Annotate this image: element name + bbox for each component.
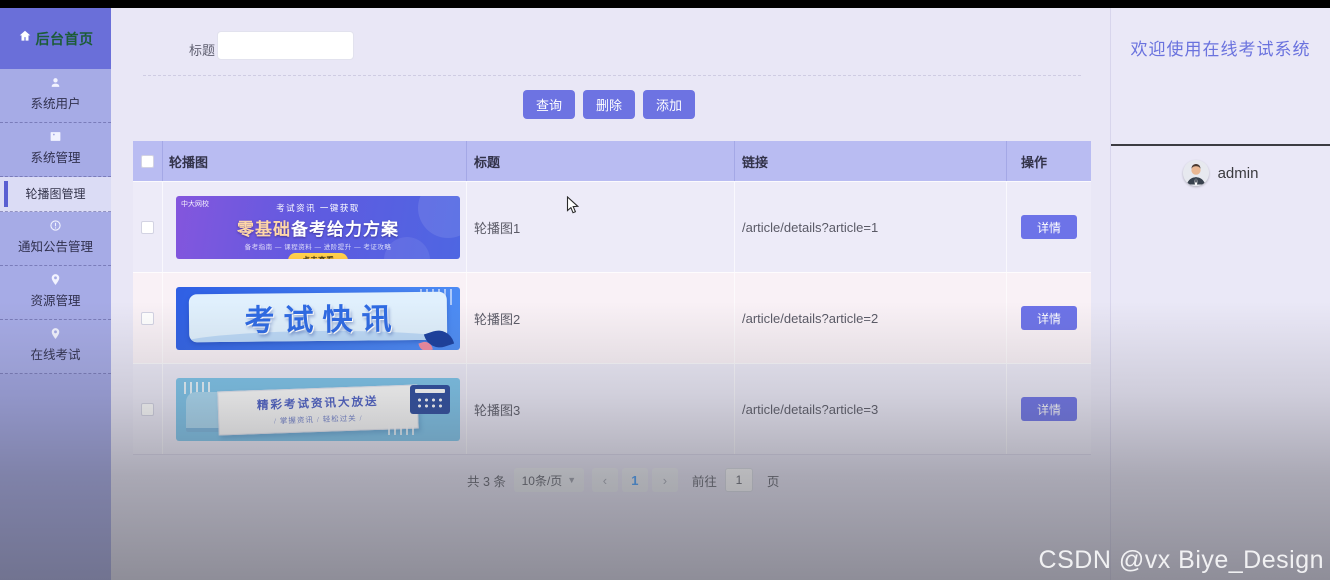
banner-decoration xyxy=(388,424,414,435)
pagination-total: 共 3 条 xyxy=(467,474,506,489)
add-button[interactable]: 添加 xyxy=(643,90,695,119)
title-field-label: 标题 xyxy=(189,43,216,58)
table-row: 精彩考试资讯大放送 / 掌握资讯 / 轻松过关 / 轮播图3 /article/… xyxy=(133,363,1091,454)
header-title-column: 标题 xyxy=(467,141,735,181)
active-indicator-bar xyxy=(4,181,8,207)
title-search-input[interactable] xyxy=(217,31,354,60)
banner-logo-text: 中大网校 xyxy=(181,200,209,208)
goto-label: 前往 xyxy=(691,474,717,489)
warning-circle-icon xyxy=(0,219,111,233)
banner-subtitle: 备考指南 — 课程资料 — 进阶提升 — 考证攻略 xyxy=(244,243,392,251)
sidebar-item-system-users[interactable]: 系统用户 xyxy=(0,69,111,123)
sidebar-title: 后台首页 xyxy=(35,30,94,47)
sidebar-item-label: 在线考试 xyxy=(30,348,81,362)
table-row: 中大网校 考试资讯 一键获取 零基础备考给力方案 备考指南 — 课程资料 — 进… xyxy=(133,181,1091,272)
avatar xyxy=(1182,160,1209,186)
panel-divider-line xyxy=(1111,144,1330,146)
banner-tagline: 考试资讯 一键获取 xyxy=(276,202,360,213)
calculator-icon xyxy=(410,384,450,414)
header-link-column: 链接 xyxy=(735,141,1007,181)
detail-button[interactable]: 详情 xyxy=(1021,397,1077,421)
banner-card: 考试快讯 xyxy=(188,291,448,342)
username: admin xyxy=(1217,164,1259,182)
row-checkbox[interactable] xyxy=(141,311,154,325)
detail-button[interactable]: 详情 xyxy=(1021,306,1077,330)
header-image-column: 轮播图 xyxy=(163,141,467,181)
row-title: 轮播图3 xyxy=(467,364,735,454)
sidebar-item-resource-management[interactable]: 资源管理 xyxy=(0,266,111,320)
pagination: 共 3 条 10条/页 ▼ ‹ 1 › 前往 页 xyxy=(467,468,779,492)
sidebar-item-carousel-management[interactable]: 轮播图管理 xyxy=(0,177,111,212)
carousel-banner-image-3: 精彩考试资讯大放送 / 掌握资讯 / 轻松过关 / xyxy=(176,377,460,441)
form-divider xyxy=(143,75,1081,76)
prev-page-button[interactable]: ‹ xyxy=(591,468,618,492)
home-icon xyxy=(18,29,32,48)
sidebar-item-notice-management[interactable]: 通知公告管理 xyxy=(0,212,111,266)
page-unit-label: 页 xyxy=(766,474,780,489)
location-pin-icon xyxy=(0,327,111,341)
current-user[interactable]: admin xyxy=(1111,160,1330,186)
image-icon xyxy=(0,130,111,144)
delete-button[interactable]: 删除 xyxy=(583,90,635,119)
header-action-column: 操作 xyxy=(1021,154,1048,170)
chevron-down-icon: ▼ xyxy=(567,475,577,485)
sidebar-header[interactable]: 后台首页 xyxy=(0,8,111,69)
carousel-banner-image-1: 中大网校 考试资讯 一键获取 零基础备考给力方案 备考指南 — 课程资料 — 进… xyxy=(176,195,460,259)
app-screen: 后台首页 系统用户 系统管理 轮播图管理 通知公告管理 资源管理 在线考试 标题… xyxy=(0,0,1330,580)
page-size-select[interactable]: 10条/页 ▼ xyxy=(513,468,584,492)
toolbar: 查询 删除 添加 xyxy=(523,90,695,119)
right-panel: 欢迎使用在线考试系统 admin xyxy=(1110,8,1330,580)
carousel-table: 轮播图 标题 链接 操作 中大网校 考试资讯 一键获取 零基础备考给力方案 备考… xyxy=(133,141,1091,455)
sidebar-item-label: 通知公告管理 xyxy=(17,240,93,254)
table-header-row: 轮播图 标题 链接 操作 xyxy=(133,141,1091,181)
row-link: /article/details?article=2 xyxy=(735,273,1007,363)
sidebar-item-label: 系统用户 xyxy=(30,97,81,111)
main-content: 标题 查询 删除 添加 轮播图 标题 链接 操作 中大网校 考试资讯 一键获取 … xyxy=(111,8,1110,580)
row-checkbox[interactable] xyxy=(141,220,154,234)
sidebar-item-label: 资源管理 xyxy=(30,294,81,308)
table-row: 考试快讯 轮播图2 /article/details?article=2 详情 xyxy=(133,272,1091,363)
detail-button[interactable]: 详情 xyxy=(1021,215,1077,239)
pager: ‹ 1 › xyxy=(591,468,678,492)
row-checkbox[interactable] xyxy=(141,402,154,416)
welcome-message: 欢迎使用在线考试系统 xyxy=(1130,40,1311,59)
location-pin-icon xyxy=(0,273,111,287)
banner-title: 考试快讯 xyxy=(244,302,401,338)
next-page-button[interactable]: › xyxy=(651,468,678,492)
sidebar: 后台首页 系统用户 系统管理 轮播图管理 通知公告管理 资源管理 在线考试 xyxy=(0,8,111,580)
row-title: 轮播图2 xyxy=(467,273,735,363)
goto-page-input[interactable] xyxy=(724,468,753,492)
page-size-value: 10条/页 xyxy=(521,473,563,488)
row-title: 轮播图1 xyxy=(467,182,735,272)
query-button[interactable]: 查询 xyxy=(523,90,575,119)
banner-title: 零基础备考给力方案 xyxy=(237,219,399,239)
select-all-checkbox[interactable] xyxy=(141,154,154,168)
page-number-button[interactable]: 1 xyxy=(621,468,648,492)
sidebar-item-system-management[interactable]: 系统管理 xyxy=(0,123,111,177)
sidebar-item-label: 轮播图管理 xyxy=(25,187,86,201)
sidebar-item-online-exam[interactable]: 在线考试 xyxy=(0,320,111,374)
sidebar-item-label: 系统管理 xyxy=(30,151,81,165)
carousel-banner-image-2: 考试快讯 xyxy=(176,286,460,350)
watermark-text: CSDN @vx Biye_Design xyxy=(1038,546,1324,574)
banner-cta-button: 点击查看 xyxy=(288,252,348,259)
sidebar-empty-area xyxy=(0,374,111,580)
row-link: /article/details?article=3 xyxy=(735,364,1007,454)
banner-subtitle: / 掌握资讯 / 轻松过关 / xyxy=(273,412,363,426)
row-link: /article/details?article=1 xyxy=(735,182,1007,272)
sidebar-menu: 系统用户 系统管理 轮播图管理 通知公告管理 资源管理 在线考试 xyxy=(0,69,111,374)
banner-title: 精彩考试资讯大放送 xyxy=(256,395,379,412)
top-black-bar xyxy=(0,0,1330,8)
user-icon xyxy=(0,76,111,90)
